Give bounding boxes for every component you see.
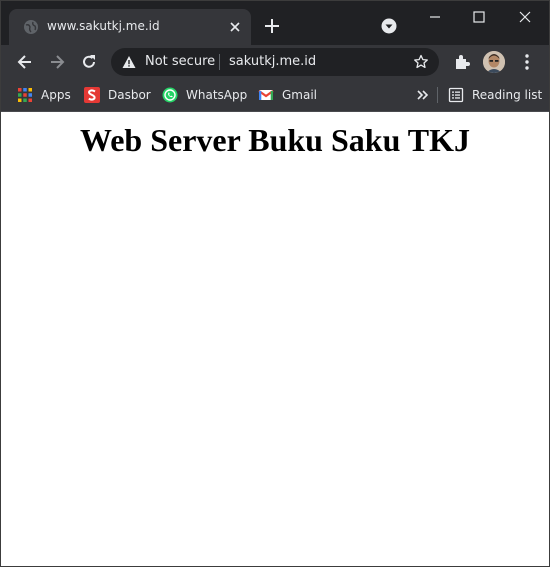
- bookmark-dasbor[interactable]: Dasbor: [84, 86, 151, 104]
- bookmark-label: Apps: [41, 88, 71, 102]
- profile-avatar[interactable]: [483, 51, 505, 73]
- bookmark-label: WhatsApp: [186, 88, 248, 102]
- bookmark-label: Gmail: [282, 88, 318, 102]
- bookmarks-bar: Apps Dasbor WhatsApp Gmail Reading list: [1, 79, 549, 112]
- extensions-puzzle-icon[interactable]: [453, 53, 471, 71]
- bookmark-apps[interactable]: Apps: [17, 86, 71, 104]
- dasbor-s-icon: [84, 87, 100, 103]
- browser-toolbar: Not secure sakutkj.me.id: [1, 45, 549, 79]
- bookmark-gmail[interactable]: Gmail: [258, 86, 317, 104]
- omnibox-divider: [219, 54, 220, 70]
- reload-icon[interactable]: [79, 52, 99, 72]
- forward-arrow-icon[interactable]: [47, 52, 67, 72]
- whatsapp-icon: [162, 87, 178, 103]
- reading-list-icon: [448, 87, 464, 103]
- address-bar[interactable]: Not secure sakutkj.me.id: [111, 48, 439, 76]
- page-title: Web Server Buku Saku TKJ: [79, 122, 471, 158]
- avatar-face-icon: [483, 51, 505, 73]
- page-content: Web Server Buku Saku TKJ: [1, 112, 549, 566]
- back-arrow-icon[interactable]: [15, 52, 35, 72]
- reading-list-button[interactable]: Reading list: [448, 86, 542, 104]
- more-menu-icon[interactable]: [519, 53, 535, 71]
- bookmark-label: Dasbor: [108, 88, 151, 102]
- tab-strip: www.sakutkj.me.id: [1, 1, 549, 45]
- url-text[interactable]: sakutkj.me.id: [229, 54, 316, 69]
- gmail-icon: [258, 90, 274, 100]
- bookmark-star-icon[interactable]: [413, 54, 429, 70]
- globe-icon: [24, 20, 38, 34]
- tab-active[interactable]: www.sakutkj.me.id: [9, 9, 251, 45]
- bookmark-whatsapp[interactable]: WhatsApp: [162, 86, 247, 104]
- apps-grid-icon: [18, 88, 32, 102]
- reading-list-label: Reading list: [472, 88, 543, 102]
- minimize-icon[interactable]: [425, 7, 445, 27]
- tab-title: www.sakutkj.me.id: [47, 19, 160, 33]
- bookmarks-divider: [437, 87, 438, 103]
- warning-icon[interactable]: [122, 55, 136, 69]
- maximize-icon[interactable]: [469, 7, 489, 27]
- window-close-icon[interactable]: [515, 7, 535, 27]
- close-icon[interactable]: [227, 19, 243, 35]
- tab-search-icon[interactable]: [381, 18, 397, 34]
- new-tab-plus-icon[interactable]: [263, 17, 281, 35]
- security-status[interactable]: Not secure: [145, 54, 215, 69]
- browser-window: www.sakutkj.me.id Not secure sakutkj.me.…: [0, 0, 550, 567]
- double-chevron-right-icon[interactable]: [415, 87, 431, 103]
